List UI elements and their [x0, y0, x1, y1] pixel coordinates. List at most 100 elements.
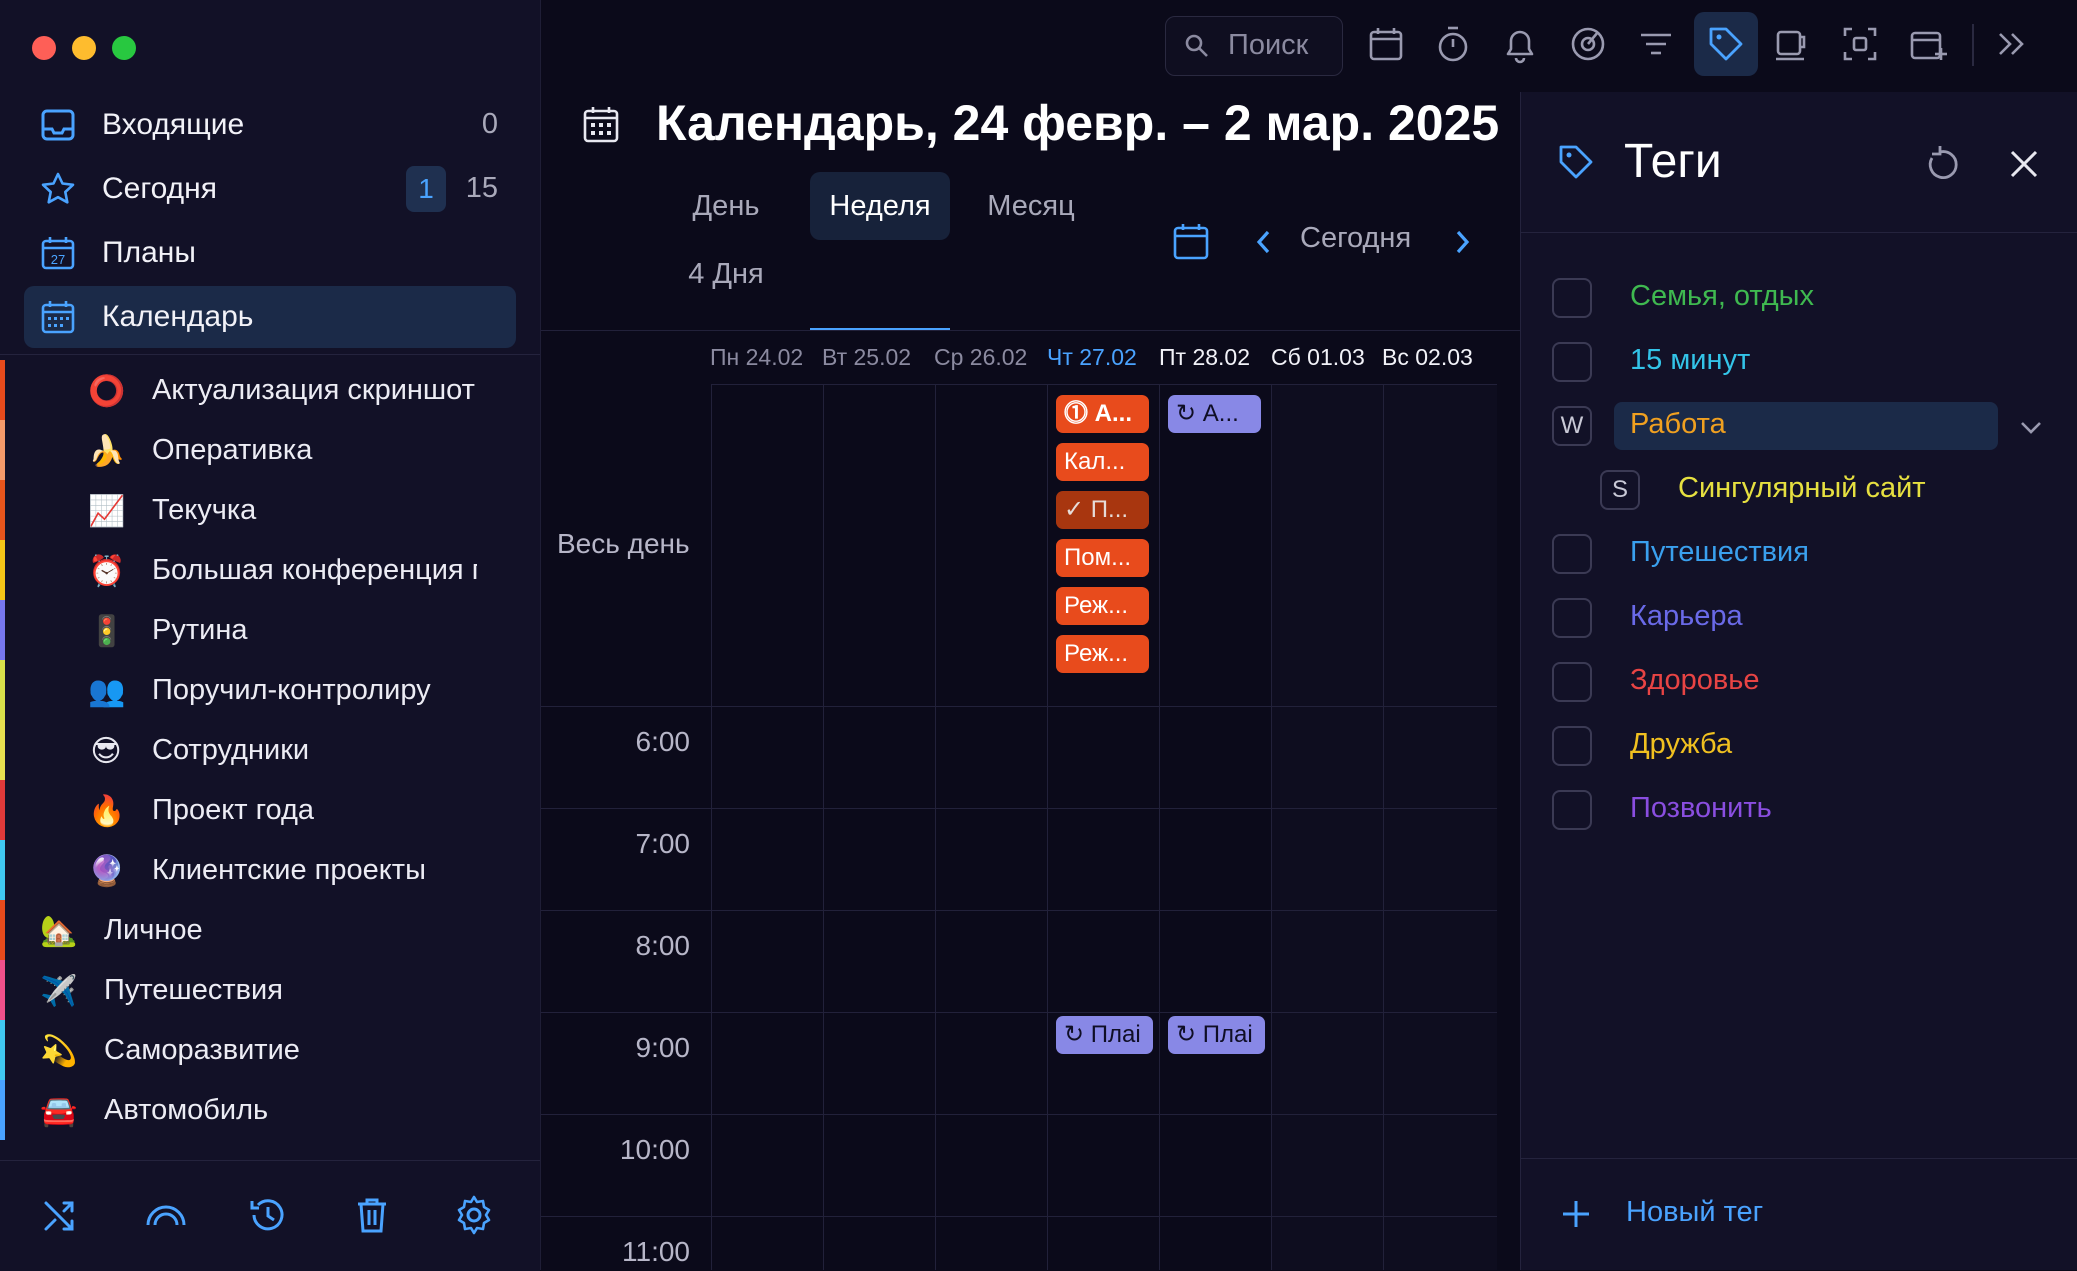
trash-icon[interactable]	[350, 1193, 394, 1237]
search-input[interactable]: Поиск	[1165, 16, 1343, 76]
tag-item[interactable]: Здоровье	[1552, 654, 2032, 710]
project-emoji-icon: 🔥	[88, 795, 126, 828]
close-icon[interactable]	[2006, 146, 2042, 182]
project-emoji-icon: 📈	[88, 495, 126, 528]
chevron-down-icon[interactable]	[2018, 414, 2044, 440]
chevron-left-icon[interactable]	[1252, 228, 1276, 256]
tab-week[interactable]: Неделя	[810, 172, 950, 240]
scan-icon[interactable]	[1840, 24, 1880, 64]
project-item[interactable]: ✈️ Путешествия	[0, 960, 540, 1020]
grid-line	[1047, 384, 1048, 1270]
tag-item[interactable]: Позвонить	[1552, 782, 2032, 838]
tab-month[interactable]: Месяц	[970, 172, 1092, 240]
project-item[interactable]: 🚦 Рутина	[0, 600, 540, 660]
project-emoji-icon: 🚘	[40, 1095, 78, 1128]
nav-plans[interactable]: 27 Планы	[24, 222, 516, 284]
tag-checkbox[interactable]	[1552, 662, 1592, 702]
nav-calendar[interactable]: Календарь	[24, 286, 516, 348]
event-chip[interactable]: Реж...	[1056, 635, 1149, 673]
project-label: Большая конференция г	[152, 554, 477, 586]
nav-today[interactable]: Сегодня 1 15	[24, 158, 516, 220]
refresh-icon[interactable]	[1922, 144, 1962, 184]
rainbow-icon[interactable]	[144, 1193, 188, 1237]
project-item[interactable]: 💫 Саморазвитие	[0, 1020, 540, 1080]
day-header: Пт 28.02	[1159, 344, 1251, 370]
tag-checkbox[interactable]	[1552, 598, 1592, 638]
focus-icon[interactable]	[1568, 24, 1608, 64]
tag-item[interactable]: S Сингулярный сайт	[1600, 462, 2040, 518]
history-icon[interactable]	[246, 1193, 290, 1237]
tab-4-days[interactable]: 4 Дня	[666, 240, 786, 308]
new-tag-label: Новый тег	[1626, 1196, 1764, 1228]
project-item[interactable]: 📈 Текучка	[0, 480, 540, 540]
project-item[interactable]: ⏰ Большая конференция г	[0, 540, 540, 600]
cup-icon[interactable]	[1772, 24, 1812, 64]
add-calendar-icon[interactable]	[1908, 24, 1948, 64]
bell-icon[interactable]	[1500, 24, 1540, 64]
tab-day[interactable]: День	[666, 172, 786, 240]
timer-icon[interactable]	[1433, 24, 1473, 64]
project-item[interactable]: 😎 Сотрудники	[0, 720, 540, 780]
tag-item[interactable]: Дружба	[1552, 718, 2032, 774]
event-chip[interactable]: ↻ Плаі	[1056, 1016, 1153, 1054]
window-minimize-button[interactable]	[72, 36, 96, 60]
date-picker-icon[interactable]	[1172, 221, 1210, 261]
tag-item-selected[interactable]: W Работа	[1552, 398, 2052, 454]
project-color-stripe	[0, 540, 5, 600]
grid-line	[1159, 384, 1160, 1270]
calendar-icon[interactable]	[1366, 24, 1406, 64]
event-chip[interactable]: ↻ А...	[1168, 395, 1261, 433]
project-emoji-icon: ⏰	[88, 555, 126, 588]
event-chip[interactable]: ✓ П...	[1056, 491, 1149, 529]
event-label: Реж...	[1064, 592, 1129, 619]
tag-label: Работа	[1630, 408, 1726, 440]
day-header: Ср 26.02	[934, 344, 1028, 370]
window-close-button[interactable]	[32, 36, 56, 60]
tag-letter-badge[interactable]: W	[1552, 406, 1592, 446]
project-emoji-icon: 💫	[40, 1035, 78, 1068]
tag-checkbox[interactable]	[1552, 726, 1592, 766]
project-item[interactable]: 🔮 Клиентские проекты	[0, 840, 540, 900]
chevron-right-icon[interactable]	[1450, 228, 1474, 256]
event-chip[interactable]: ↻ Плаі	[1168, 1016, 1265, 1054]
event-label: Плаі	[1202, 1021, 1253, 1048]
project-item[interactable]: 🏡 Личное	[0, 900, 540, 960]
window-maximize-button[interactable]	[112, 36, 136, 60]
shuffle-icon[interactable]	[40, 1193, 84, 1237]
event-label: П...	[1090, 496, 1129, 523]
project-color-stripe	[0, 1020, 5, 1080]
settings-gear-icon[interactable]	[452, 1193, 496, 1237]
search-icon	[1185, 34, 1208, 57]
event-chip[interactable]: Пом...	[1056, 539, 1149, 577]
filter-icon[interactable]	[1636, 24, 1676, 64]
nav-today-count: 15	[465, 172, 498, 204]
project-item[interactable]: 🔥 Проект года	[0, 780, 540, 840]
new-tag-button[interactable]: Новый тег	[1560, 1192, 1920, 1238]
project-item[interactable]: 🍌 Оперативка	[0, 420, 540, 480]
tag-checkbox[interactable]	[1552, 534, 1592, 574]
tag-letter-badge[interactable]: S	[1600, 470, 1640, 510]
event-label: А...	[1094, 400, 1133, 427]
grid-line	[541, 706, 1497, 707]
tag-item[interactable]: 15 минут	[1552, 334, 2032, 390]
tag-item[interactable]: Семья, отдых	[1552, 270, 2032, 326]
tag-checkbox[interactable]	[1552, 342, 1592, 382]
tag-label: Путешествия	[1630, 536, 1809, 568]
nav-inbox[interactable]: Входящие 0	[24, 94, 516, 156]
tag-checkbox[interactable]	[1552, 278, 1592, 318]
event-chip[interactable]: Кал...	[1056, 443, 1149, 481]
today-button[interactable]: Сегодня	[1300, 222, 1411, 255]
project-item[interactable]: 🚘 Автомобиль	[0, 1080, 540, 1140]
expand-icon[interactable]	[1992, 24, 2032, 64]
event-chip[interactable]: Реж...	[1056, 587, 1149, 625]
project-item[interactable]: 👥 Поручил-контролиру	[0, 660, 540, 720]
tag-icon[interactable]	[1706, 24, 1746, 64]
time-label: 10:00	[619, 1134, 690, 1165]
event-chip[interactable]: ⓵ А...	[1056, 395, 1149, 433]
tag-item[interactable]: Путешествия	[1552, 526, 2032, 582]
tag-checkbox[interactable]	[1552, 790, 1592, 830]
project-item[interactable]: ⭕ Актуализация скриншот	[0, 360, 540, 420]
project-color-stripe	[0, 780, 5, 840]
project-emoji-icon: ⭕	[88, 375, 126, 408]
tag-item[interactable]: Карьера	[1552, 590, 2032, 646]
